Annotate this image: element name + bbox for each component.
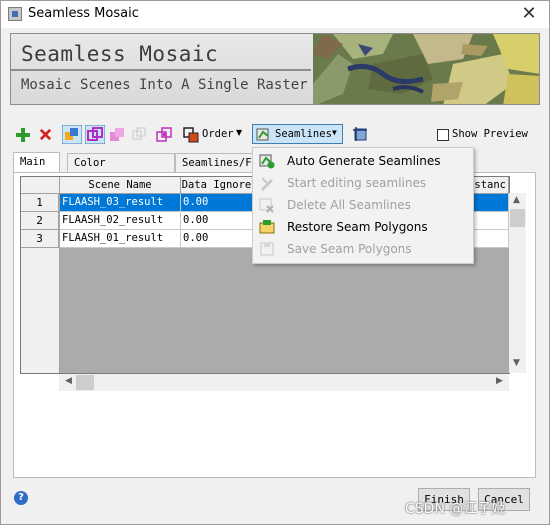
menu-item-restore-seam-polygons[interactable]: Restore Seam Polygons — [253, 216, 473, 238]
row-header[interactable]: 3 — [21, 230, 59, 248]
window-title: Seamless Mosaic — [28, 6, 139, 21]
table-cell-scene[interactable]: FLAASH_03_result — [60, 194, 181, 212]
row-header[interactable]: 1 — [21, 194, 59, 212]
satellite-image — [313, 34, 539, 104]
seamlines-button[interactable]: Seamlines ▼ — [252, 124, 343, 144]
corner-header — [21, 177, 60, 194]
menu-item-label: Save Seam Polygons — [287, 242, 412, 256]
column-header-scene-name[interactable]: Scene Name — [60, 177, 181, 194]
order-label: Order — [202, 128, 234, 140]
remove-icon[interactable] — [38, 127, 53, 142]
banner-title: Seamless Mosaic — [21, 42, 219, 66]
column-header-data-ignore[interactable]: Data Ignore — [181, 177, 253, 194]
tab-label: Main — [20, 156, 46, 168]
scroll-right-icon[interactable]: ▶ — [496, 376, 503, 386]
menu-item-label: Start editing seamlines — [287, 176, 427, 190]
scroll-left-icon[interactable]: ◀ — [65, 376, 72, 386]
menu-item-label: Restore Seam Polygons — [287, 220, 428, 234]
vertical-scrollbar[interactable]: ▲ ▼ — [509, 193, 526, 373]
table-cell-scene[interactable]: FLAASH_02_result — [60, 212, 181, 230]
seamlines-icon — [256, 128, 269, 141]
restore-polygons-icon — [259, 220, 275, 234]
chevron-down-icon: ▼ — [236, 128, 243, 137]
menu-item-auto-generate-seamlines[interactable]: Auto Generate Seamlines — [253, 150, 473, 172]
add-icon[interactable] — [15, 127, 31, 143]
watermark: CSDN @江子姬 — [405, 501, 506, 517]
banner-subtitle: Mosaic Scenes Into A Single Raster — [21, 77, 308, 93]
row-header[interactable]: 2 — [21, 212, 59, 230]
table-cell-scene[interactable]: FLAASH_01_result — [60, 230, 181, 248]
footprint-icon[interactable] — [109, 126, 126, 143]
save-polygons-icon — [260, 242, 274, 256]
select-overlap-icon[interactable] — [85, 125, 105, 144]
banner-divider — [11, 69, 311, 71]
table-cell-ignore[interactable]: 0.00 — [181, 212, 253, 230]
edit-seamlines-icon — [261, 177, 273, 191]
tab-main[interactable]: Main — [13, 152, 60, 173]
close-icon[interactable]: ✕ — [519, 3, 539, 24]
menu-item-start-editing-seamlines: Start editing seamlines — [253, 172, 473, 194]
scroll-thumb[interactable] — [76, 375, 94, 390]
delete-seamlines-icon — [259, 198, 274, 213]
tab-color-correction[interactable]: Color Correction — [67, 153, 175, 188]
menu-item-label: Delete All Seamlines — [287, 198, 411, 212]
auto-generate-icon — [259, 154, 275, 169]
tab-label: Seamlines/Fe — [182, 157, 258, 169]
show-preview-label: Show Preview — [452, 128, 528, 140]
table-cell-ignore[interactable]: 0.00 — [181, 194, 253, 212]
order-button[interactable]: Order ▼ — [183, 126, 245, 144]
crop-icon[interactable] — [352, 126, 369, 143]
header-banner: Seamless Mosaic Mosaic Scenes Into A Sin… — [10, 33, 540, 105]
chevron-down-icon: ▼ — [332, 128, 337, 137]
menu-item-label: Auto Generate Seamlines — [287, 154, 441, 168]
overlap-icon[interactable] — [156, 126, 173, 143]
row-header-empty — [21, 248, 60, 373]
help-icon[interactable]: ? — [14, 491, 28, 505]
title-bar: Seamless Mosaic ✕ — [1, 1, 549, 28]
horizontal-scrollbar[interactable]: ◀ ▶ — [59, 374, 509, 391]
zoom-extent-icon — [132, 127, 146, 140]
menu-item-delete-all-seamlines: Delete All Seamlines — [253, 194, 473, 216]
menu-item-save-seam-polygons: Save Seam Polygons — [253, 238, 473, 260]
seamless-mosaic-window: Seamless Mosaic ✕ Seamless Mosaic Mosaic… — [0, 0, 550, 525]
order-icon — [183, 127, 199, 143]
seamlines-menu: Auto Generate Seamlines Start editing se… — [252, 147, 474, 264]
select-all-icon[interactable] — [62, 125, 82, 144]
app-icon — [8, 7, 22, 21]
seamlines-label: Seamlines — [275, 128, 332, 140]
table-cell-ignore[interactable]: 0.00 — [181, 230, 253, 248]
scroll-down-icon[interactable]: ▼ — [513, 358, 520, 368]
show-preview-checkbox[interactable] — [437, 129, 449, 141]
scroll-up-icon[interactable]: ▲ — [513, 195, 520, 205]
scroll-thumb[interactable] — [510, 209, 525, 227]
